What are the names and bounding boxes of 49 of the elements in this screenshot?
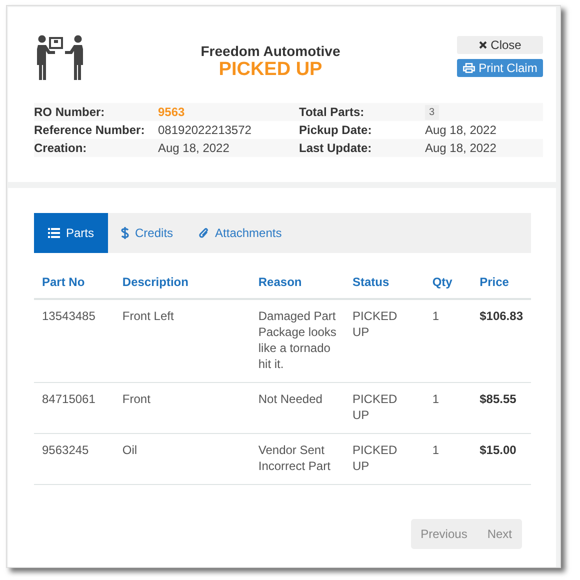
table-cell: $106.83 [472,299,531,382]
detail-label: RO Number: [34,105,106,119]
list-icon [48,228,60,238]
detail-label: Total Parts: [299,105,366,119]
table-cell: 9563245 [34,434,114,484]
column-header: Part No [34,267,114,299]
close-icon [478,41,487,49]
table-cell: 1 [424,382,472,434]
detail-label: Last Update: [299,141,373,155]
dollar-icon [121,227,130,239]
table-cell: Front [114,382,250,434]
detail-label: Creation: [34,141,88,155]
table-cell: 84715061 [34,382,114,434]
table-cell: $15.00 [472,434,531,484]
detail-label: Reference Number: [34,123,146,137]
tab[interactable]: Credits [108,213,186,253]
table-cell: 13543485 [34,299,114,382]
tab[interactable]: Parts [34,213,108,253]
column-header: Price [472,267,531,299]
table-cell: PICKED UP [344,434,424,484]
table-cell: Front Left [114,299,250,382]
table-cell: $85.55 [472,382,531,434]
column-header: Qty [424,267,472,299]
detail-value: Aug 18, 2022 [158,141,230,155]
detail-value: Aug 18, 2022 [425,141,496,155]
paperclip-icon [199,228,210,238]
table-cell: Oil [114,434,250,484]
company-name: Freedom Automotive [200,43,340,59]
close-button[interactable]: Close [457,36,543,54]
printer-icon [462,63,475,73]
table-cell: PICKED UP [344,299,424,382]
table-cell: PICKED UP [344,382,424,434]
column-header: Reason [250,267,344,299]
table-cell: 1 [424,299,472,382]
table-cell: 1 [424,434,472,484]
detail-label: Pickup Date: [299,123,373,137]
handover-icon [34,35,84,81]
tab[interactable]: Attachments [186,213,295,253]
detail-value: 9563 [158,105,185,119]
claim-status: PICKED UP [218,59,322,81]
table-cell: Not Needed [250,382,344,434]
detail-value: 08192022213572 [158,123,252,137]
detail-value: Aug 18, 2022 [425,123,496,137]
table-cell: Vendor Sent Incorrect Part [250,434,344,484]
column-header: Status [344,267,424,299]
table-cell: Damaged Part Package looks like a tornado hit it. [250,299,344,382]
count-badge: 3 [425,104,439,120]
print-button[interactable]: Print Claim [457,59,543,77]
column-header: Description [114,267,250,299]
